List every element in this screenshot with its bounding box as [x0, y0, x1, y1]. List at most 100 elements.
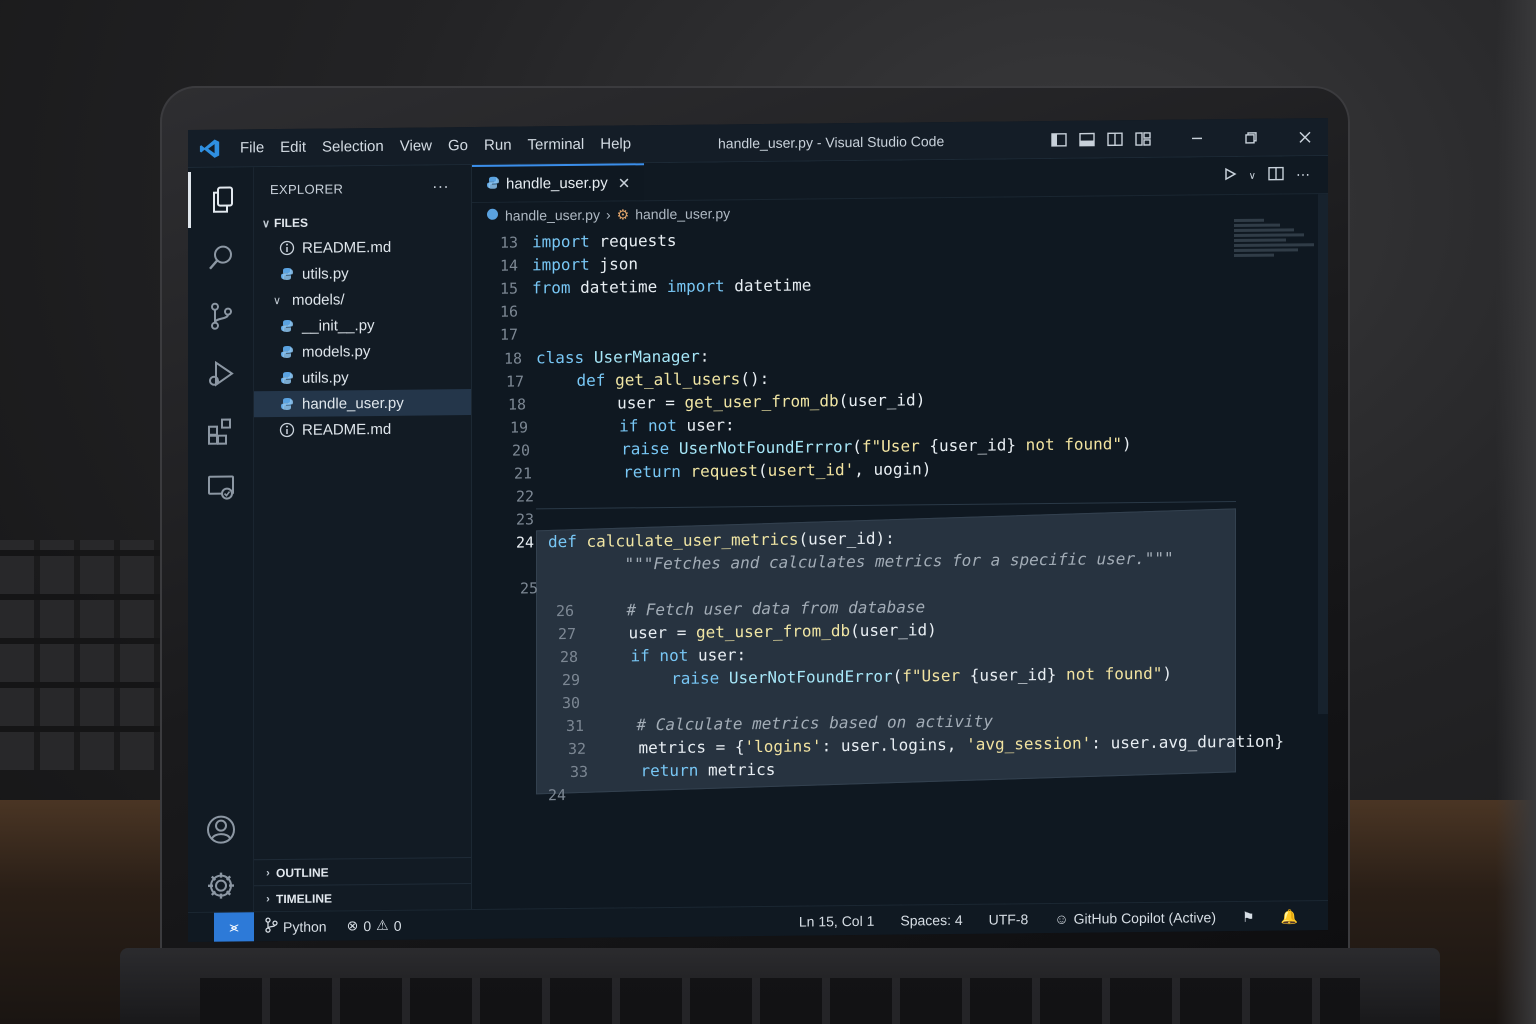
feedback-icon[interactable]: ⚑: [1232, 908, 1265, 925]
code-text: import requests: [518, 231, 677, 252]
more-actions-icon[interactable]: ···: [432, 178, 449, 196]
menu-terminal[interactable]: Terminal: [520, 125, 593, 164]
code-line[interactable]: 17: [472, 322, 532, 346]
menu-view[interactable]: View: [392, 127, 440, 166]
chevron-down-icon[interactable]: ∨: [1249, 170, 1256, 181]
copilot-status[interactable]: ☺ GitHub Copilot (Active): [1044, 909, 1226, 927]
run-debug-icon[interactable]: [188, 345, 254, 402]
tree-item[interactable]: ∨ models/: [254, 285, 471, 313]
timeline-section-header[interactable]: › TIMELINE: [254, 883, 471, 912]
code-area[interactable]: 13 import requests 14 import json 15 from dat…: [472, 222, 1328, 909]
split-editor-icon[interactable]: [1268, 166, 1284, 185]
minimize-icon[interactable]: [1188, 129, 1206, 147]
code-line[interactable]: 28 if not user:: [532, 643, 746, 668]
editor-more-icon[interactable]: ⋯: [1296, 167, 1310, 183]
code-line[interactable]: 25: [492, 576, 552, 600]
source-control-icon[interactable]: [188, 287, 254, 344]
code-text: return metrics: [588, 760, 776, 781]
code-token: : user.logins,: [821, 734, 967, 756]
code-line[interactable]: 13 import requests: [472, 229, 677, 254]
code-line[interactable]: 22: [488, 484, 548, 508]
code-line[interactable]: 24: [520, 783, 580, 807]
code-line[interactable]: 33 return metrics: [542, 758, 775, 783]
code-token: # Calculate metrics based on activity: [598, 711, 993, 735]
run-file-icon[interactable]: [1223, 167, 1237, 185]
code-line[interactable]: 17 def get_all_users():: [478, 367, 769, 393]
files-section-header[interactable]: ∨ FILES: [254, 209, 471, 235]
code-token: return: [640, 760, 699, 781]
menu-file[interactable]: File: [232, 129, 272, 167]
gear-icon[interactable]: [188, 857, 254, 914]
code-line[interactable]: 23: [488, 507, 548, 531]
code-text: raise UserNotFoundError(f"User {user_id}…: [580, 664, 1172, 689]
code-line[interactable]: 21 return request(usert_id', uogin): [486, 457, 931, 485]
outline-section-header[interactable]: › OUTLINE: [254, 857, 471, 886]
code-line[interactable]: 30: [534, 691, 594, 715]
close-icon[interactable]: [1296, 128, 1314, 146]
code-line[interactable]: 19 if not user:: [482, 413, 735, 439]
menu-run[interactable]: Run: [476, 126, 520, 164]
tree-item[interactable]: handle_user.py: [254, 389, 471, 418]
tree-item[interactable]: __init__.py: [254, 311, 471, 339]
tree-item[interactable]: utils.py: [254, 259, 471, 287]
warning-icon: ⚠: [376, 916, 389, 934]
tree-item[interactable]: utils.py: [254, 363, 471, 391]
code-token: usert_id': [767, 460, 855, 480]
encoding-status[interactable]: UTF-8: [979, 911, 1039, 928]
restore-icon[interactable]: [1242, 129, 1260, 147]
explorer-icon[interactable]: [188, 171, 254, 228]
chevron-down-icon: ∨: [272, 294, 282, 307]
code-token: return: [623, 461, 681, 482]
code-token: ): [1162, 663, 1173, 683]
code-token: user:: [676, 415, 735, 435]
code-token: if not: [619, 415, 677, 436]
line-number: 28: [559, 647, 578, 666]
line-number: 15: [499, 279, 518, 298]
code-token: get_user_from_db: [684, 391, 839, 412]
customize-layout-icon[interactable]: [1134, 130, 1152, 148]
code-line[interactable]: 16: [472, 299, 532, 323]
tree-item[interactable]: README.md: [254, 415, 471, 443]
code-token: import: [666, 276, 725, 296]
tree-item[interactable]: README.md: [254, 233, 471, 261]
laptop-base: [120, 948, 1440, 1024]
toggle-panel-icon[interactable]: [1078, 130, 1096, 148]
problems-status[interactable]: ⊗ 0 ⚠ 0: [337, 917, 412, 935]
code-line[interactable]: 27 user = get_user_from_db(user_id): [530, 618, 937, 645]
notifications-bell-icon[interactable]: 🔔: [1271, 908, 1308, 925]
code-line[interactable]: 15 from datetime import datetime: [472, 273, 811, 300]
code-line[interactable]: 14 import json: [472, 252, 638, 277]
breadcrumb-symbol[interactable]: handle_user.py: [635, 205, 730, 222]
window-controls: [1050, 118, 1314, 159]
menu-help[interactable]: Help: [592, 125, 639, 163]
tab-handle-user[interactable]: handle_user.py ✕: [472, 163, 645, 203]
code-token: user:: [688, 645, 747, 665]
toggle-sidebar-icon[interactable]: [1050, 131, 1068, 149]
search-icon[interactable]: [188, 229, 254, 286]
line-number: 29: [561, 670, 580, 689]
extensions-icon[interactable]: [188, 403, 254, 460]
accounts-icon[interactable]: [188, 801, 254, 858]
cursor-position[interactable]: Ln 15, Col 1: [789, 913, 885, 930]
tab-close-icon[interactable]: ✕: [618, 174, 631, 192]
tree-item[interactable]: models.py: [254, 337, 471, 365]
line-number: 30: [561, 693, 580, 712]
line-number: 25: [519, 578, 538, 598]
remote-explorer-icon[interactable]: [188, 459, 254, 516]
info-icon: [276, 240, 298, 256]
menu-selection[interactable]: Selection: [314, 127, 392, 166]
menu-go[interactable]: Go: [440, 126, 476, 164]
toggle-secondary-sidebar-icon[interactable]: [1106, 130, 1124, 148]
code-token: import: [532, 254, 590, 275]
interpreter-status[interactable]: Python: [254, 916, 337, 936]
branch-icon: [264, 917, 278, 936]
breadcrumb-file[interactable]: handle_user.py: [505, 207, 600, 224]
code-line[interactable]: 18 user = get_user_from_db(user_id): [480, 388, 925, 416]
menu-edit[interactable]: Edit: [272, 128, 314, 166]
remote-indicator-icon[interactable]: ⪤: [214, 911, 254, 942]
code-line[interactable]: 18 class UserManager:: [476, 345, 709, 370]
code-token: ():: [740, 368, 770, 389]
indentation-status[interactable]: Spaces: 4: [890, 912, 972, 929]
